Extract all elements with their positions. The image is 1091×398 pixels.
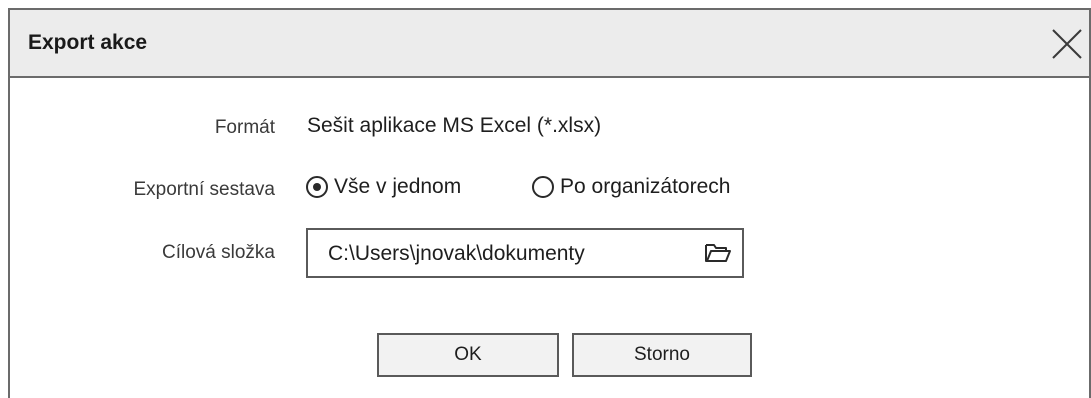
cancel-button[interactable]: Storno	[572, 333, 752, 377]
radio-by-organizer[interactable]: Po organizátorech	[532, 175, 730, 199]
radio-dot	[313, 183, 321, 191]
folder-open-icon	[705, 244, 731, 262]
export-dialog: Export akce Formát Sešit aplikace MS Exc…	[8, 8, 1091, 398]
dialog-titlebar: Export akce	[10, 10, 1089, 78]
radio-by-organizer-label: Po organizátorech	[560, 175, 731, 198]
export-set-label: Exportní sestava	[133, 179, 275, 200]
format-label: Formát	[214, 117, 275, 138]
close-button[interactable]	[1049, 26, 1085, 62]
close-icon	[1052, 29, 1082, 59]
radio-all-in-one[interactable]: Vše v jednom	[306, 175, 461, 199]
browse-folder-button[interactable]	[704, 241, 732, 265]
radio-all-in-one-label: Vše v jednom	[334, 175, 462, 198]
format-value: Sešit aplikace MS Excel (*.xlsx)	[307, 114, 602, 137]
target-folder-label: Cílová složka	[162, 242, 275, 263]
radio-circle	[532, 176, 554, 198]
target-folder-path: C:\Users\jnovak\dokumenty	[328, 242, 585, 265]
target-folder-field[interactable]: C:\Users\jnovak\dokumenty	[306, 228, 744, 278]
dialog-title: Export akce	[28, 31, 148, 54]
ok-button[interactable]: OK	[377, 333, 559, 377]
radio-circle-selected	[306, 176, 328, 198]
